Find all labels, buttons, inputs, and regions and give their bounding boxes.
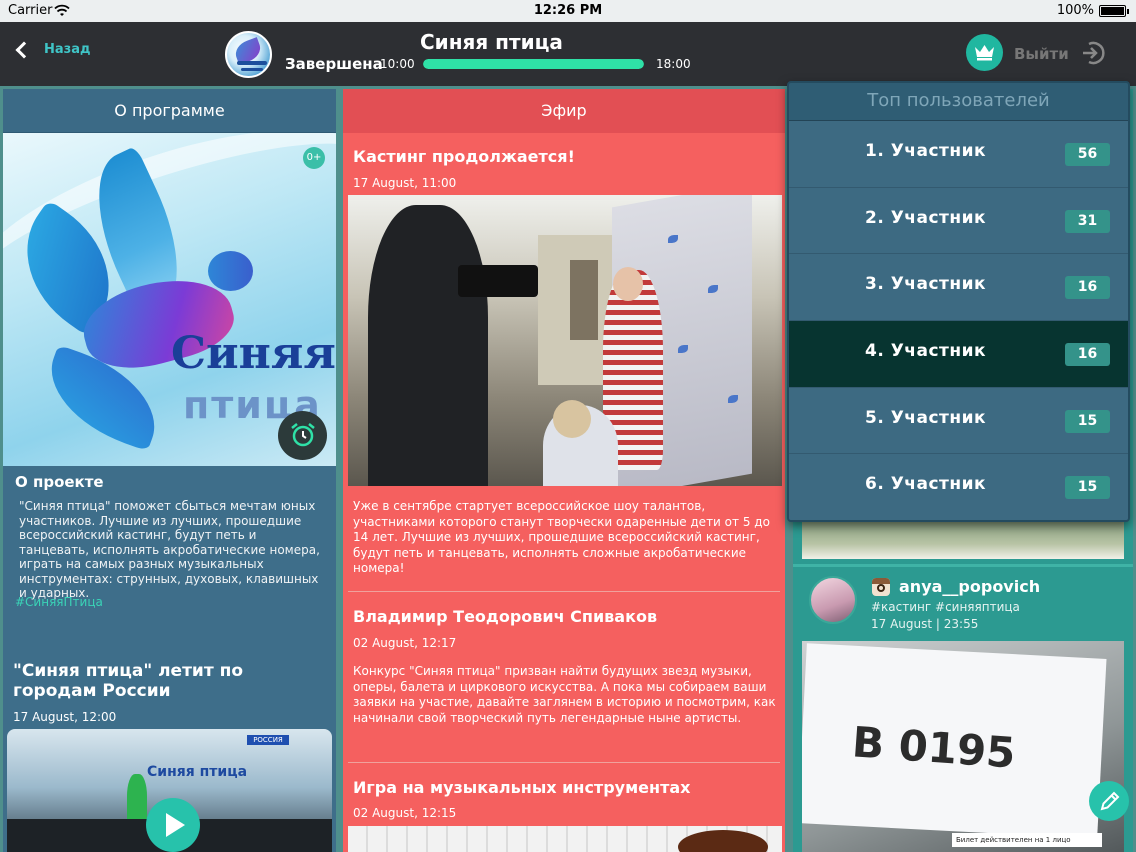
about-header: О программе [3,89,336,133]
top-user-score: 31 [1065,209,1110,233]
post-date: 02 August, 12:15 [353,806,457,820]
post-title: Игра на музыкальных инструментах [353,778,691,797]
show-logo [225,31,272,78]
top-user-name: 3. Участник [865,274,987,295]
top-user-name: 4. Участник [865,341,987,362]
top-user-score: 16 [1065,276,1110,300]
top-user-score: 15 [1065,409,1110,433]
top-user-name: 1. Участник [865,141,987,161]
top-user-row[interactable]: 4. Участник 16 [789,321,1128,388]
show-poster: Синяя птица 0+ [3,133,336,466]
reminder-button[interactable] [278,411,327,460]
instagram-icon [872,578,890,596]
news-date: 17 August, 12:00 [13,710,117,724]
top-user-row[interactable]: 3. Участник 16 [789,254,1128,322]
top-users-button[interactable] [966,34,1003,71]
social-divider [793,564,1133,567]
nav-bar: Назад Синяя птица Завершена 10:00 18:00 … [0,22,1136,86]
about-column: О программе Синяя птица 0+ О проекте "Си… [3,89,336,852]
top-user-row[interactable]: 2. Участник 31 [789,187,1128,255]
back-button[interactable]: Назад [14,41,91,58]
top-user-row[interactable]: 6. Участник 15 [789,454,1128,520]
post-photo[interactable] [348,195,782,486]
time-end: 18:00 [656,57,691,71]
poster-title-line-1: Синяя [171,328,336,379]
logout-button[interactable]: Выйти [1014,45,1069,63]
social-tags: #кастинг #синяяптица [871,600,1020,614]
video-channel-logo: РОССИЯ [247,735,289,745]
post-title: Кастинг продолжается! [353,147,575,166]
back-label: Назад [44,42,91,57]
top-user-name: 5. Участник [865,407,987,428]
post-text: Уже в сентябре стартует всероссийское шо… [353,499,770,575]
top-user-score: 16 [1065,343,1110,367]
play-icon [166,813,185,837]
top-user-score: 56 [1065,143,1110,166]
news-title[interactable]: "Синяя птица" летит по городам России [13,661,323,701]
top-user-row[interactable]: 5. Участник 15 [789,387,1128,455]
photo-ticket-text: Билет действителен на 1 лицо [952,833,1102,847]
hashtag-link[interactable]: #СиняяПтица [15,595,103,609]
show-progress-bar [423,59,644,69]
air-column: Эфир Кастинг продолжается! 17 August, 11… [343,89,785,852]
battery-percent: 100% [1056,3,1094,18]
top-users-popover: Топ пользователей 1. Участник 56 2. Участн… [787,81,1130,522]
progress-fill [423,59,644,69]
top-users-header: Топ пользователей [789,83,1128,121]
alarm-clock-icon [291,423,315,447]
battery-icon [1099,5,1129,17]
air-header: Эфир [343,89,785,133]
post-date: 17 August, 11:00 [353,176,457,190]
post-photo[interactable] [348,826,782,852]
social-date: 17 August | 23:55 [871,617,979,631]
social-post-photo[interactable]: В 0195 Билет действителен на 1 лицо [802,641,1124,852]
post-divider [348,762,780,763]
about-description: "Синяя птица" поможет сбыться мечтам юны… [19,499,320,600]
avatar[interactable] [809,576,857,624]
status-bar: Carrier 12:26 PM 100% [0,0,1136,22]
time-start: 10:00 [380,57,415,71]
back-chevron-icon [15,41,33,58]
top-user-score: 15 [1065,476,1110,500]
crown-icon [975,45,994,61]
top-user-row[interactable]: 1. Участник 56 [789,121,1128,188]
show-title: Синяя птица [420,30,563,54]
show-status: Завершена [285,55,383,73]
about-section-title: О проекте [15,473,104,491]
logout-icon[interactable] [1080,40,1106,66]
top-user-name: 2. Участник [865,207,987,228]
age-rating-badge: 0+ [303,147,325,169]
play-video-button[interactable] [146,798,200,852]
post-date: 02 August, 12:17 [353,636,457,650]
compose-button[interactable] [1089,781,1129,821]
post-title: Владимир Теодорович Спиваков [353,607,658,626]
pencil-icon [1100,791,1120,811]
social-username[interactable]: anya__popovich [899,577,1040,596]
clock: 12:26 PM [533,3,603,18]
video-show-logo: Синяя птица [147,764,248,780]
post-text: Конкурс "Синяя птица" призван найти буду… [353,664,776,725]
top-user-name: 6. Участник [865,474,987,495]
post-divider [348,591,780,592]
